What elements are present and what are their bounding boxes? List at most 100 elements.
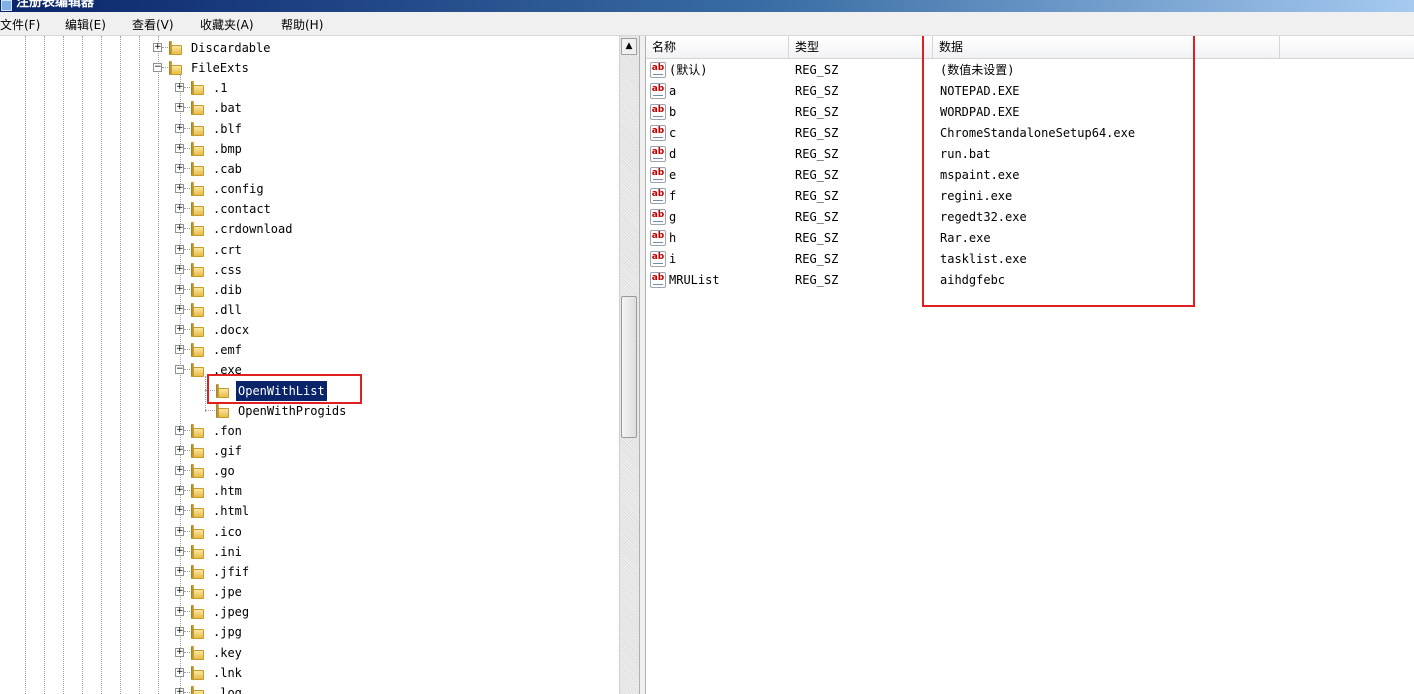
tree-item[interactable]: + .jpeg (0, 602, 619, 622)
tree-item-label[interactable]: .bat (211, 98, 244, 118)
tree-item-label[interactable]: .crt (211, 240, 244, 260)
tree-item[interactable]: + .1 (0, 78, 619, 98)
tree-item[interactable]: + .bmp (0, 139, 619, 159)
collapse-icon[interactable]: − (153, 63, 162, 73)
menu-view[interactable]: 查看(V) (132, 16, 174, 33)
pane-splitter[interactable] (639, 36, 646, 694)
tree-item-label[interactable]: .jpg (211, 622, 244, 642)
tree-item-label[interactable]: .log (211, 683, 244, 694)
tree-item-label[interactable]: .dib (211, 280, 244, 300)
expand-icon[interactable]: + (175, 687, 184, 694)
tree-item[interactable]: + .crt (0, 240, 619, 260)
tree-item[interactable]: + .docx (0, 320, 619, 340)
expand-icon[interactable]: + (175, 325, 184, 335)
tree-item[interactable]: + .config (0, 179, 619, 199)
expand-icon[interactable]: + (175, 425, 184, 435)
tree-item[interactable]: + .lnk (0, 663, 619, 683)
tree-item[interactable]: + .css (0, 260, 619, 280)
tree-item-label[interactable]: .config (211, 179, 266, 199)
tree-item[interactable]: + Discardable (0, 38, 619, 58)
tree-item-label[interactable]: .docx (211, 320, 251, 340)
expand-icon[interactable]: + (175, 627, 184, 637)
tree-item[interactable]: + .dll (0, 300, 619, 320)
menu-favorites[interactable]: 收藏夹(A) (200, 16, 254, 33)
tree-item[interactable]: + .key (0, 643, 619, 663)
expand-icon[interactable]: + (175, 244, 184, 254)
tree-item-label[interactable]: .cab (211, 159, 244, 179)
tree-item[interactable]: + .ico (0, 522, 619, 542)
expand-icon[interactable]: + (175, 667, 184, 677)
menu-file[interactable]: 文件(F) (0, 16, 40, 33)
registry-key-tree[interactable]: + Discardable − FileExts + .1 + .bat + .blf + .bmp +… (0, 36, 619, 694)
tree-item-label[interactable]: .lnk (211, 663, 244, 683)
tree-item-label[interactable]: .dll (211, 300, 244, 320)
expand-icon[interactable]: + (153, 43, 162, 52)
tree-item-label[interactable]: FileExts (189, 58, 251, 78)
column-header-type[interactable]: 类型 (789, 36, 933, 58)
expand-icon[interactable]: + (175, 506, 184, 516)
tree-item-label[interactable]: .gif (211, 441, 244, 461)
tree-item[interactable]: + .jfif (0, 562, 619, 582)
menu-help[interactable]: 帮助(H) (281, 16, 323, 33)
tree-item-label[interactable]: .html (211, 501, 251, 521)
expand-icon[interactable]: + (175, 284, 184, 294)
expand-icon[interactable]: + (175, 304, 184, 314)
tree-item-label[interactable]: .go (211, 461, 237, 481)
expand-icon[interactable]: + (175, 607, 184, 617)
tree-item[interactable]: + .go (0, 461, 619, 481)
tree-item-label[interactable]: .jpeg (211, 602, 251, 622)
collapse-icon[interactable]: − (175, 365, 184, 375)
title-bar[interactable]: 注册表编辑器 (0, 0, 1414, 12)
tree-item[interactable]: + .gif (0, 441, 619, 461)
tree-item-label[interactable]: .jfif (211, 562, 251, 582)
expand-icon[interactable]: + (175, 587, 184, 597)
expand-icon[interactable]: + (175, 204, 184, 214)
expand-icon[interactable]: + (175, 143, 184, 153)
column-header-name[interactable]: 名称 (646, 36, 789, 58)
expand-icon[interactable]: + (175, 224, 184, 234)
expand-icon[interactable]: + (175, 526, 184, 536)
tree-item-label[interactable]: .ico (211, 522, 244, 542)
expand-icon[interactable]: + (175, 647, 184, 657)
expand-icon[interactable]: + (175, 103, 184, 113)
tree-item-label[interactable]: .htm (211, 481, 244, 501)
tree-item[interactable]: + .jpg (0, 622, 619, 642)
menu-edit[interactable]: 编辑(E) (65, 16, 106, 33)
tree-item[interactable]: + .htm (0, 481, 619, 501)
tree-item[interactable]: + .crdownload (0, 219, 619, 239)
tree-item[interactable]: + .emf (0, 340, 619, 360)
expand-icon[interactable]: + (175, 566, 184, 576)
expand-icon[interactable]: + (175, 264, 184, 274)
registry-values-list[interactable]: 名称 类型 数据 ab (默认) REG_SZ (数值未设置) ab a REG_SZ NOT… (646, 36, 1414, 694)
tree-item-label[interactable]: .fon (211, 421, 244, 441)
tree-item-label[interactable]: .jpe (211, 582, 244, 602)
expand-icon[interactable]: + (175, 83, 184, 93)
expand-icon[interactable]: + (175, 163, 184, 173)
expand-icon[interactable]: + (175, 123, 184, 133)
tree-item-label[interactable]: .key (211, 643, 244, 663)
tree-item[interactable]: + .fon (0, 421, 619, 441)
tree-item[interactable]: + .log (0, 683, 619, 694)
tree-item[interactable]: + .blf (0, 119, 619, 139)
tree-item-label[interactable]: .blf (211, 119, 244, 139)
tree-item[interactable]: + .bat (0, 98, 619, 118)
scroll-thumb[interactable] (621, 296, 637, 438)
tree-scrollbar[interactable]: ▲ (619, 36, 639, 694)
scroll-up-arrow-icon[interactable]: ▲ (621, 38, 637, 55)
expand-icon[interactable]: + (175, 184, 184, 194)
tree-item[interactable]: + .dib (0, 280, 619, 300)
tree-item[interactable]: − FileExts (0, 58, 619, 78)
tree-item-label[interactable]: .emf (211, 340, 244, 360)
tree-item[interactable]: + .ini (0, 542, 619, 562)
expand-icon[interactable]: + (175, 546, 184, 556)
tree-item[interactable]: + .contact (0, 199, 619, 219)
tree-item[interactable]: + .cab (0, 159, 619, 179)
expand-icon[interactable]: + (175, 345, 184, 355)
tree-item-label[interactable]: .1 (211, 78, 229, 98)
expand-icon[interactable]: + (175, 446, 184, 455)
tree-item-label[interactable]: Discardable (189, 38, 272, 58)
tree-item-label[interactable]: .crdownload (211, 219, 294, 239)
expand-icon[interactable]: + (175, 486, 184, 496)
tree-item-label[interactable]: .ini (211, 542, 244, 562)
tree-item[interactable]: + .jpe (0, 582, 619, 602)
